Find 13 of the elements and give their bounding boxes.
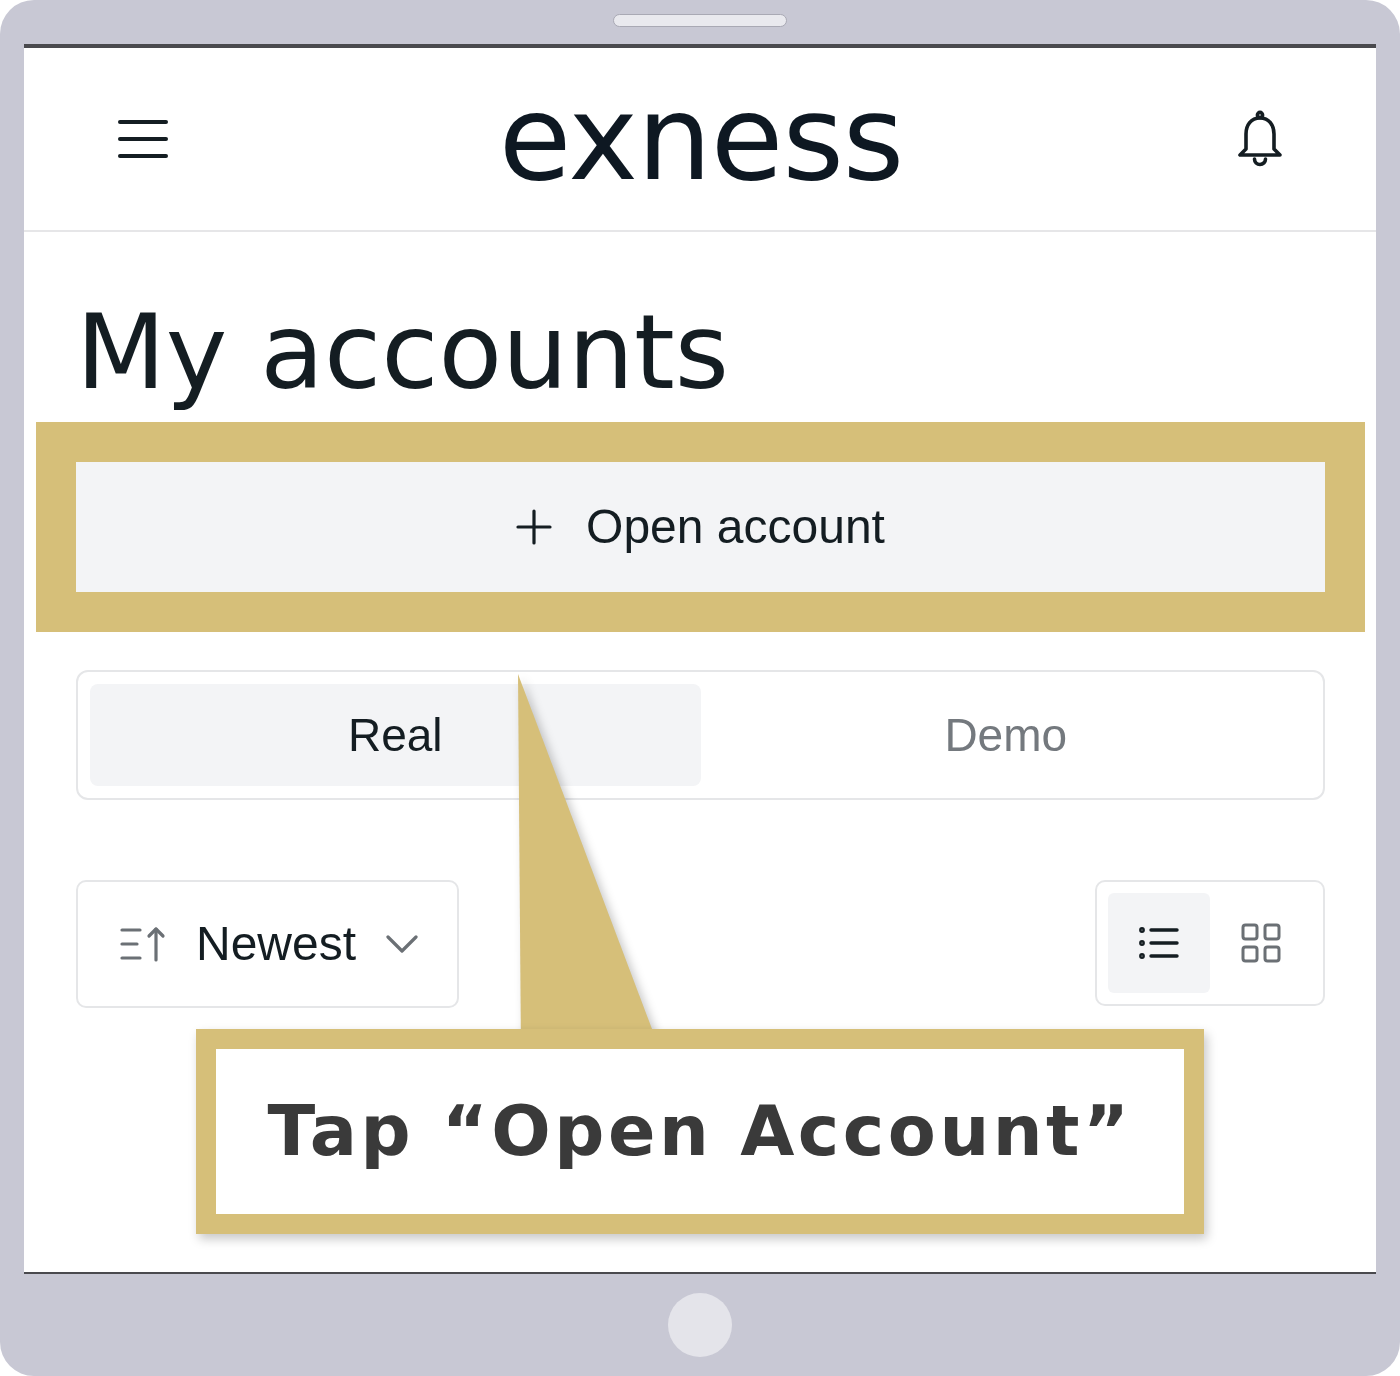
page-title: My accounts — [76, 290, 729, 415]
account-tab[interactable]: Demo — [700, 683, 1311, 786]
account-tab[interactable]: Real — [90, 683, 701, 786]
menu-icon[interactable] — [118, 119, 168, 159]
grid-icon — [1241, 922, 1281, 963]
chevron-down-icon — [386, 934, 419, 953]
plus-icon — [516, 508, 553, 545]
sort-dropdown[interactable]: Newest — [76, 879, 459, 1008]
brand-logo: exness — [498, 71, 904, 207]
view-mode-button[interactable] — [1108, 892, 1210, 993]
sort-icon — [120, 925, 166, 962]
callout-text: Tap “Open Account” — [267, 1091, 1133, 1172]
open-account-button[interactable]: Open account — [76, 461, 1325, 592]
